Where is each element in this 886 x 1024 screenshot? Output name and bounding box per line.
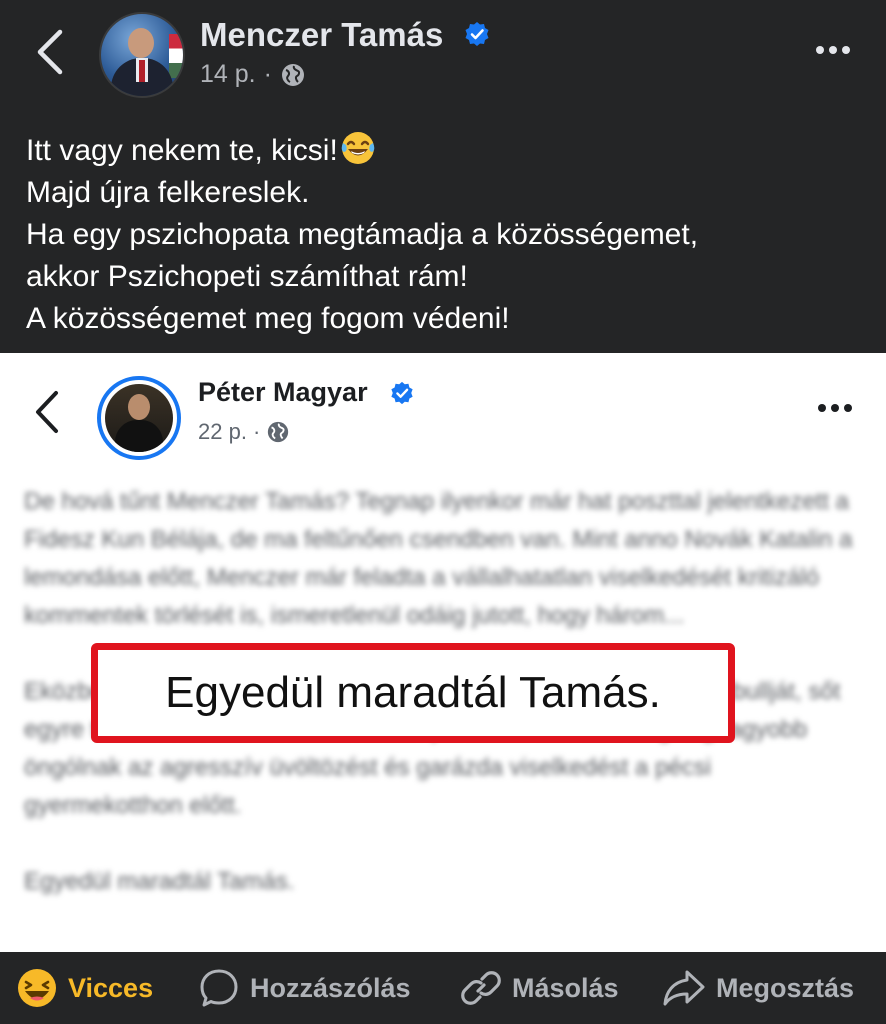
share-label: Megosztás [716, 972, 855, 1003]
more-options-icon [818, 404, 858, 416]
meta-separator: · [252, 419, 261, 444]
action-bar: Vicces Hozzászólás Másolás Megosztás [0, 952, 886, 1024]
verified-badge-icon [391, 381, 413, 405]
haha-reaction-icon [18, 969, 56, 1007]
post-meta: 14 p. · [200, 60, 306, 89]
post-line: Ha egy pszichopata megtámadja a közösség… [26, 218, 699, 251]
share-button[interactable]: Megosztás [662, 952, 854, 1024]
highlight-callout: Egyedül maradtál Tamás. [91, 643, 735, 743]
copy-label: Másolás [512, 972, 619, 1003]
back-arrow-icon[interactable] [32, 26, 72, 78]
copy-button[interactable]: Másolás [460, 952, 619, 1024]
post-line: Majd újra felkereslek. [26, 176, 310, 209]
highlight-text: Egyedül maradtál Tamás. [165, 668, 661, 717]
embedded-screenshot[interactable]: Péter Magyar 22 p. · De hová tűnt Mencze… [0, 353, 886, 952]
post-text: Itt vagy nekem te, kicsi! Majd újra felk… [26, 130, 866, 340]
blurred-paragraph: Egyedül maradtál Tamás. [24, 868, 295, 895]
post-time[interactable]: 14 p. [200, 60, 256, 89]
share-arrow-icon [663, 970, 705, 1006]
back-arrow-icon [36, 391, 58, 433]
post-line: akkor Pszichopeti számíthat rám! [26, 260, 468, 293]
globe-icon [281, 63, 304, 86]
author-name[interactable]: Menczer Tamás [200, 16, 443, 54]
screenshot-author-avatar [97, 376, 181, 460]
post-line: A közösségemet meg fogom védeni! [26, 302, 510, 335]
author-avatar[interactable] [99, 12, 185, 98]
laughing-tears-emoji-icon [341, 132, 375, 164]
screenshot-post-time: 22 p. [198, 419, 247, 444]
screenshot-author-name: Péter Magyar [198, 377, 368, 407]
meta-separator: · [263, 60, 272, 88]
more-options-icon[interactable] [816, 46, 856, 58]
post-line: Itt vagy nekem te, kicsi! [26, 130, 866, 172]
post-header-area: Menczer Tamás 14 p. · Itt vagy nekem te,… [0, 0, 886, 353]
link-icon [461, 971, 501, 1005]
comment-button[interactable]: Hozzászólás [198, 952, 411, 1024]
blurred-paragraph: De hová tűnt Menczer Tamás? Tegnap ilyen… [24, 488, 853, 629]
react-button[interactable]: Vicces [16, 952, 153, 1024]
react-label: Vicces [68, 972, 154, 1003]
verified-badge-icon [465, 22, 489, 46]
screenshot-post-meta: 22 p. · [198, 419, 290, 445]
comment-label: Hozzászólás [250, 972, 411, 1003]
globe-icon [268, 421, 289, 443]
comment-bubble-icon [200, 969, 238, 1007]
